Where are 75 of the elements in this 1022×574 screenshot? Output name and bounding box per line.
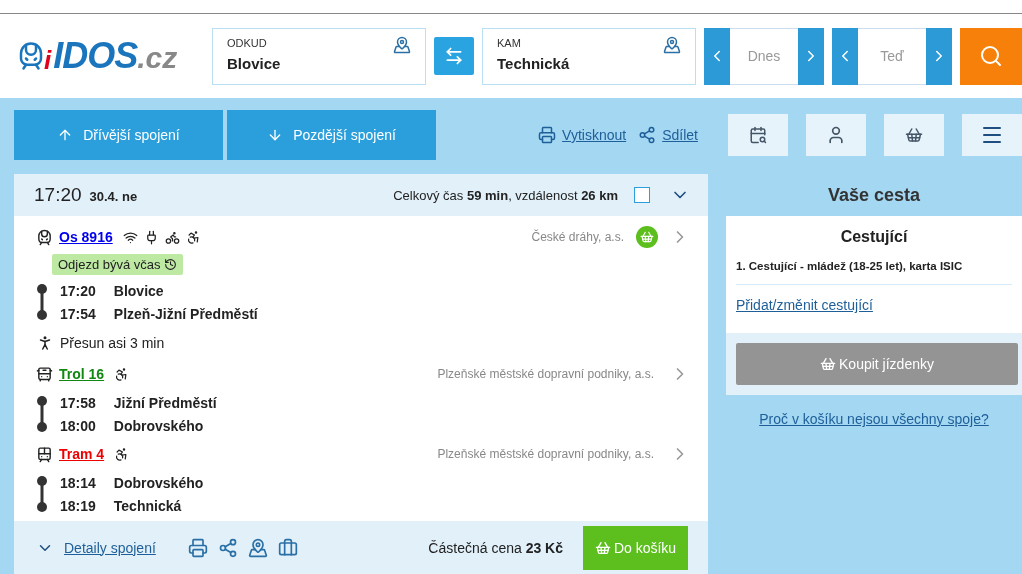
next-day-button[interactable] <box>798 27 824 85</box>
departure-time: 17:20 <box>34 184 82 206</box>
trip-summary: Celkový čas 59 min, vzdálenost 26 km <box>393 187 618 203</box>
stop-time: 17:20 <box>60 282 96 299</box>
stop-time: 18:00 <box>60 417 96 434</box>
stop-name: Dobrovského <box>113 417 204 434</box>
to-field[interactable]: KAM Technická <box>482 27 696 85</box>
partial-price: Částečná cena 23 Kč <box>428 539 563 556</box>
previous-day-button[interactable] <box>704 27 730 85</box>
details-link[interactable]: Detaily spojení <box>64 539 156 556</box>
wheelchair-icon <box>114 366 130 382</box>
stop-name: Jižní Předměstí <box>113 394 217 411</box>
basket-button[interactable] <box>884 114 944 156</box>
user-icon <box>826 125 846 145</box>
punctuality-badge: Odjezd bývá včas <box>52 254 183 275</box>
swap-button[interactable] <box>434 37 474 75</box>
stop-name: Plzeň-Jižní Předměstí <box>113 305 258 322</box>
earlier-time-button[interactable] <box>832 27 858 85</box>
map-icon[interactable] <box>393 35 411 54</box>
search-button[interactable] <box>960 27 1022 85</box>
passenger-text: 1. Cestující - mládež (18-25 let), karta ISIC <box>736 260 1012 285</box>
operator-name: Plzeňské městské dopravní podniky, a.s. <box>437 447 654 461</box>
change-passenger-link[interactable]: Přidat/změnit cestující <box>736 285 1012 333</box>
stop-time: 18:19 <box>60 497 96 514</box>
print-link[interactable]: Vytisknout <box>538 126 627 144</box>
share-icon[interactable] <box>217 537 238 558</box>
wheelchair-icon <box>114 446 130 462</box>
stop-time: 17:54 <box>60 305 96 322</box>
menu-button[interactable] <box>962 114 1022 156</box>
calendar-search-button[interactable] <box>728 114 788 156</box>
share-icon <box>638 126 657 144</box>
stop-name: Blovice <box>113 282 164 299</box>
logo-text: IDOS <box>53 35 138 77</box>
later-time-button[interactable] <box>926 27 952 85</box>
later-button[interactable]: Pozdější spojení <box>227 110 436 160</box>
line-link[interactable]: Tram 4 <box>59 446 105 462</box>
wheelchair-icon <box>185 229 201 245</box>
basket-icon[interactable] <box>636 226 658 248</box>
search-icon <box>979 44 1003 68</box>
stop-time: 17:58 <box>60 394 96 411</box>
wifi-icon <box>122 229 138 245</box>
transfer-text: Přesun asi 3 min <box>60 335 165 351</box>
operator-name: České dráhy, a.s. <box>531 230 624 244</box>
earlier-button[interactable]: Dřívější spojení <box>14 110 223 160</box>
bicycle-icon <box>164 229 180 245</box>
map-icon[interactable] <box>247 537 268 558</box>
basket-icon <box>594 539 611 556</box>
why-link[interactable]: Proč v košíku nejsou všechny spoje? <box>759 411 989 427</box>
basket-icon <box>905 126 923 144</box>
logo-mark: i <box>44 44 52 76</box>
add-to-cart-button[interactable]: Do košíku <box>583 525 688 570</box>
line-link[interactable]: Trol 16 <box>59 366 105 382</box>
briefcase-icon[interactable] <box>277 537 298 558</box>
line-link[interactable]: Os 8916 <box>59 229 113 245</box>
stop-name: Technická <box>113 497 182 514</box>
basket-icon <box>820 356 836 372</box>
departure-date: 30.4. ne <box>89 189 138 204</box>
select-checkbox[interactable] <box>634 187 650 203</box>
trolleybus-icon <box>36 365 53 383</box>
printer-icon <box>538 126 557 144</box>
tram-icon <box>36 445 53 463</box>
calendar-search-icon <box>749 126 767 144</box>
passenger-heading: Cestující <box>839 228 909 246</box>
panel-title: Vaše cesta <box>827 183 921 207</box>
swap-arrows-icon <box>444 46 464 66</box>
logo-domain: .cz <box>137 41 178 75</box>
operator-name: Plzeňské městské dopravní podniky, a.s. <box>437 367 654 381</box>
stop-name: Dobrovského <box>113 474 204 491</box>
map-icon[interactable] <box>663 35 681 54</box>
from-field[interactable]: ODKUD Blovice <box>212 27 426 85</box>
user-button[interactable] <box>806 114 866 156</box>
printer-icon[interactable] <box>187 537 208 558</box>
stop-time: 18:14 <box>60 474 96 491</box>
train-icon <box>36 228 53 246</box>
share-link[interactable]: Sdílet <box>638 126 698 144</box>
